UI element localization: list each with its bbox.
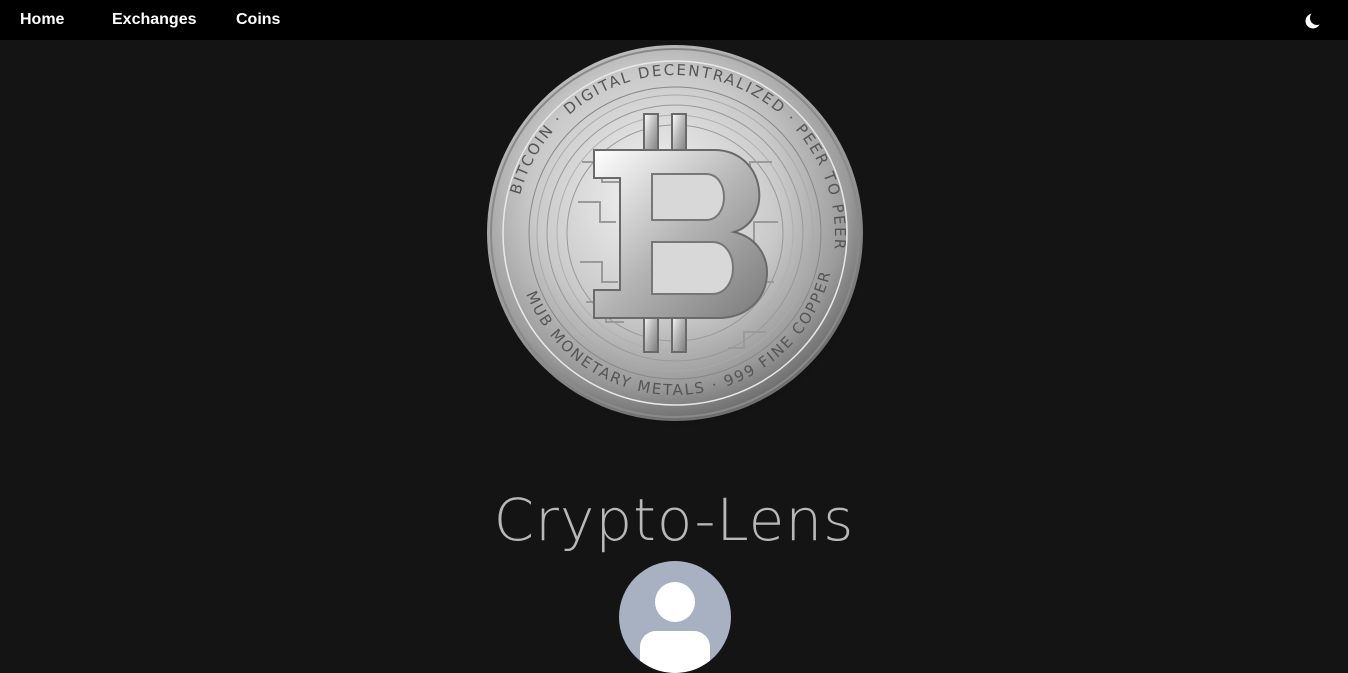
top-navbar: Home Exchanges Coins — [0, 0, 1348, 40]
theme-toggle-button[interactable] — [1302, 10, 1324, 32]
avatar-head — [655, 582, 695, 622]
nav-link-exchanges[interactable]: Exchanges — [112, 0, 196, 40]
user-avatar-icon[interactable] — [619, 561, 731, 673]
avatar-body — [640, 631, 710, 673]
moon-icon — [1305, 11, 1324, 29]
bitcoin-coin-image: BITCOIN · DIGITAL DECENTRALIZED · PEER T… — [482, 42, 868, 430]
site-title: Crypto-Lens — [493, 485, 855, 554]
nav-link-home[interactable]: Home — [20, 0, 64, 40]
nav-link-coins[interactable]: Coins — [236, 0, 280, 40]
